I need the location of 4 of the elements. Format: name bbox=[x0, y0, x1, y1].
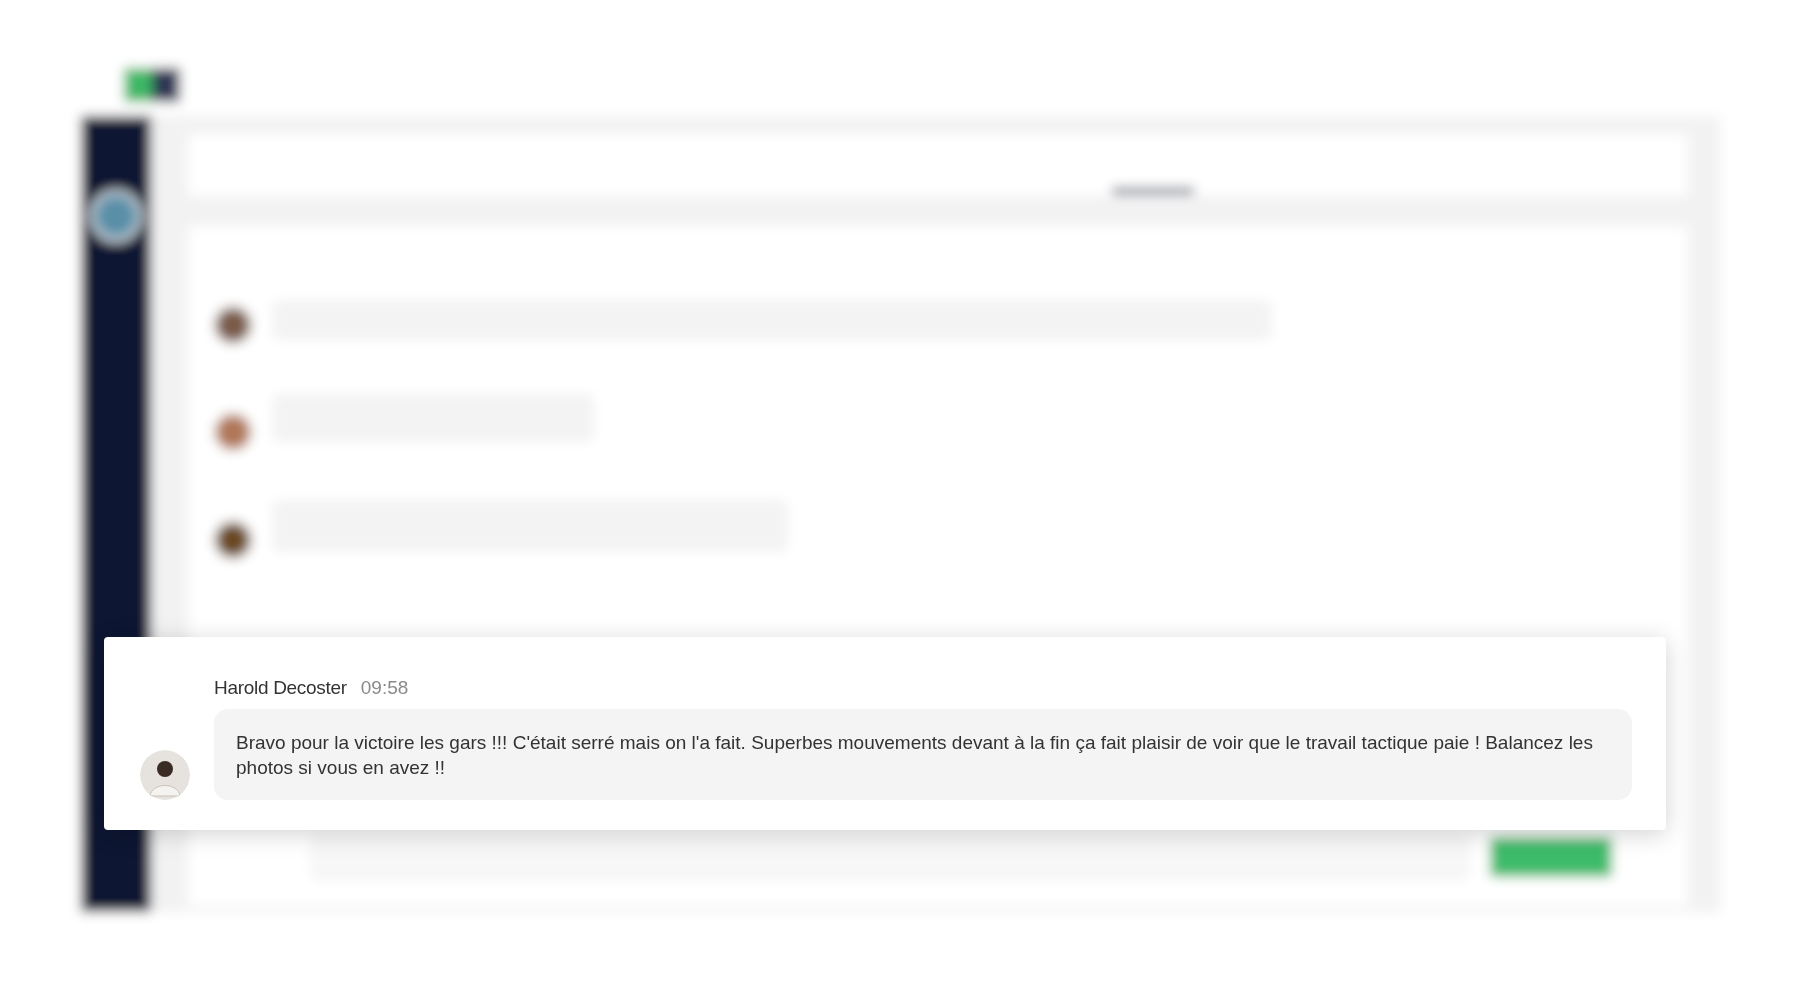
message-time: 09:58 bbox=[360, 677, 409, 699]
avatar bbox=[140, 750, 190, 800]
author-name: Harold Decoster bbox=[214, 677, 347, 699]
message-text: Bravo pour la victoire les gars !!! C'était serré mais on l'a fait. Superbes mouvements devant à la fin ça fait plaisir de voir que le travail tactique paie ! Balancez les photos si vous en avez !! bbox=[236, 731, 1594, 780]
